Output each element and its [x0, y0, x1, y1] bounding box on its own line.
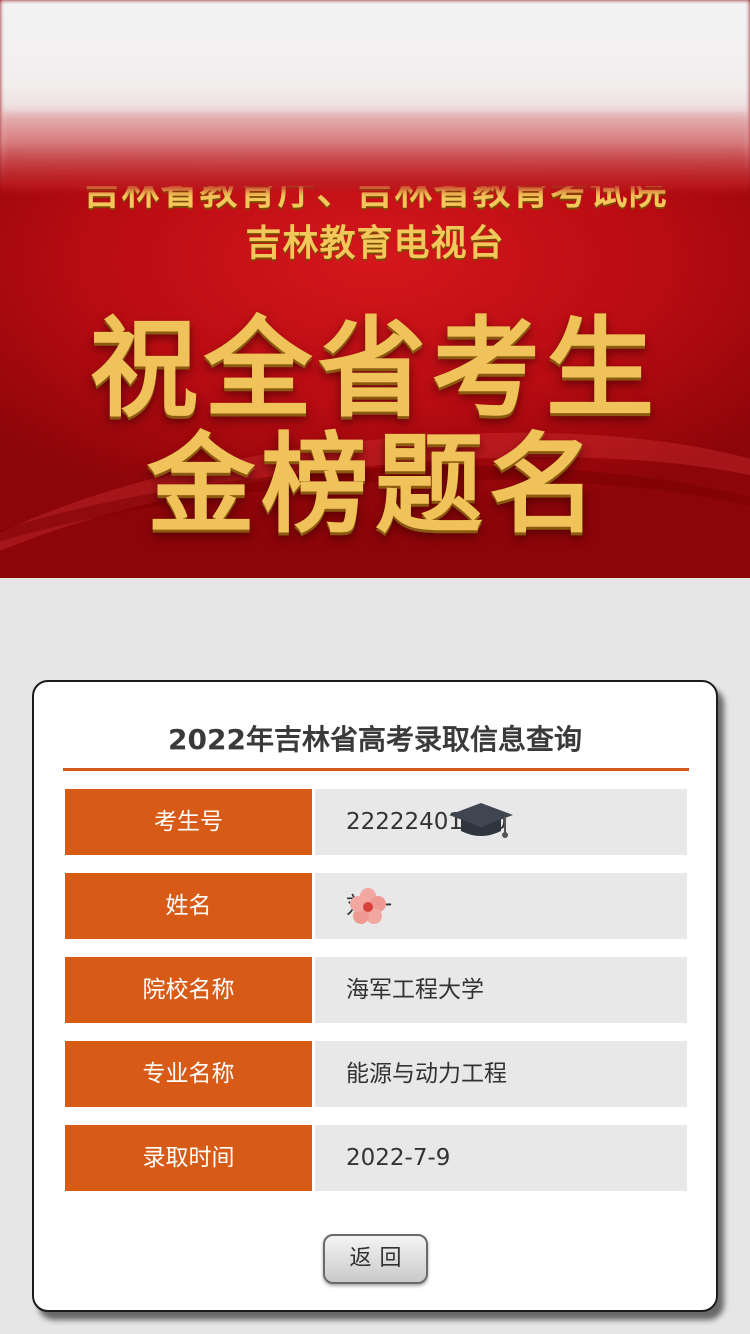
row-candidate-number: 考生号 22222401150 — [65, 789, 687, 855]
row-admission-date: 录取时间 2022-7-9 — [65, 1125, 687, 1191]
back-button[interactable]: 返回 — [323, 1234, 428, 1284]
banner-station: 吉林教育电视台 — [245, 222, 505, 263]
row-value: 海军工程大学 — [315, 957, 687, 1023]
row-major: 专业名称 能源与动力工程 — [65, 1041, 687, 1107]
admission-result-card: 2022年吉林省高考录取信息查询 考生号 22222401150 姓名 刘一 — [32, 680, 718, 1312]
flower-icon — [350, 888, 386, 924]
row-label: 专业名称 — [65, 1041, 312, 1107]
row-label: 院校名称 — [65, 957, 312, 1023]
row-label: 考生号 — [65, 789, 312, 855]
row-value: 能源与动力工程 — [315, 1041, 687, 1107]
card-title: 2022年吉林省高考录取信息查询 — [168, 723, 582, 756]
header-banner: 吉林省教育厅、吉林省教育考试院 吉林教育电视台 祝全省考生 金榜题名 — [0, 0, 750, 578]
row-value: 22222401150 — [315, 789, 687, 855]
row-value: 2022-7-9 — [315, 1125, 687, 1191]
row-label: 录取时间 — [65, 1125, 312, 1191]
banner-blur-band — [0, 112, 750, 190]
row-school: 院校名称 海军工程大学 — [65, 957, 687, 1023]
row-value: 刘一 — [315, 873, 687, 939]
row-label: 姓名 — [65, 873, 312, 939]
row-name: 姓名 刘一 — [65, 873, 687, 939]
banner-slogan-line2: 金榜题名 — [146, 427, 603, 546]
title-divider — [63, 768, 689, 771]
graduation-cap-icon — [449, 803, 513, 838]
